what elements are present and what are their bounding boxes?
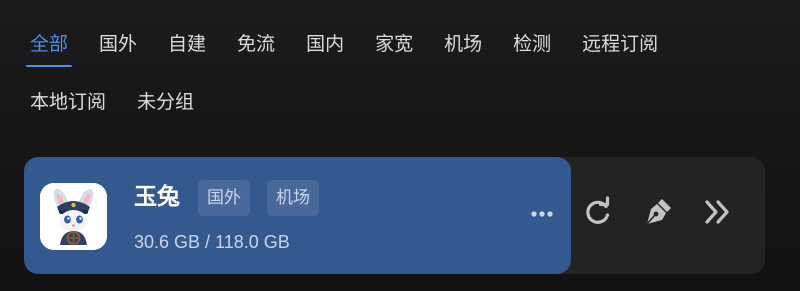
tab-free-data[interactable]: 免流 (233, 24, 279, 64)
subscription-card: 玉兔 国外 机场 30.6 GB / 118.0 GB (24, 157, 765, 274)
refresh-icon[interactable] (581, 195, 615, 229)
double-chevron-right-icon[interactable] (701, 195, 735, 229)
subscription-tag: 国外 (198, 180, 250, 216)
tab-local-subscription[interactable]: 本地订阅 (26, 82, 110, 122)
group-tabs: 全部 国外 自建 免流 国内 家宽 机场 检测 远程订阅 本地订阅 未分组 (26, 24, 786, 122)
tab-home-broadband[interactable]: 家宽 (371, 24, 417, 64)
tab-ungrouped[interactable]: 未分组 (133, 82, 198, 122)
pen-icon[interactable] (641, 195, 675, 229)
tab-remote-subscription[interactable]: 远程订阅 (578, 24, 662, 64)
tab-domestic[interactable]: 国内 (302, 24, 348, 64)
rabbit-logo-icon (40, 183, 107, 250)
tab-airport[interactable]: 机场 (440, 24, 486, 64)
subscription-name: 玉兔 (134, 184, 180, 210)
subscription-card-main[interactable]: 玉兔 国外 机场 30.6 GB / 118.0 GB (24, 157, 571, 274)
subscription-tag: 机场 (267, 180, 319, 216)
tab-overseas[interactable]: 国外 (95, 24, 141, 64)
subscription-usage: 30.6 GB / 118.0 GB (134, 232, 290, 252)
tab-all[interactable]: 全部 (26, 24, 73, 67)
more-icon[interactable] (524, 199, 560, 229)
tab-self-built[interactable]: 自建 (164, 24, 210, 64)
tab-detection[interactable]: 检测 (509, 24, 555, 64)
